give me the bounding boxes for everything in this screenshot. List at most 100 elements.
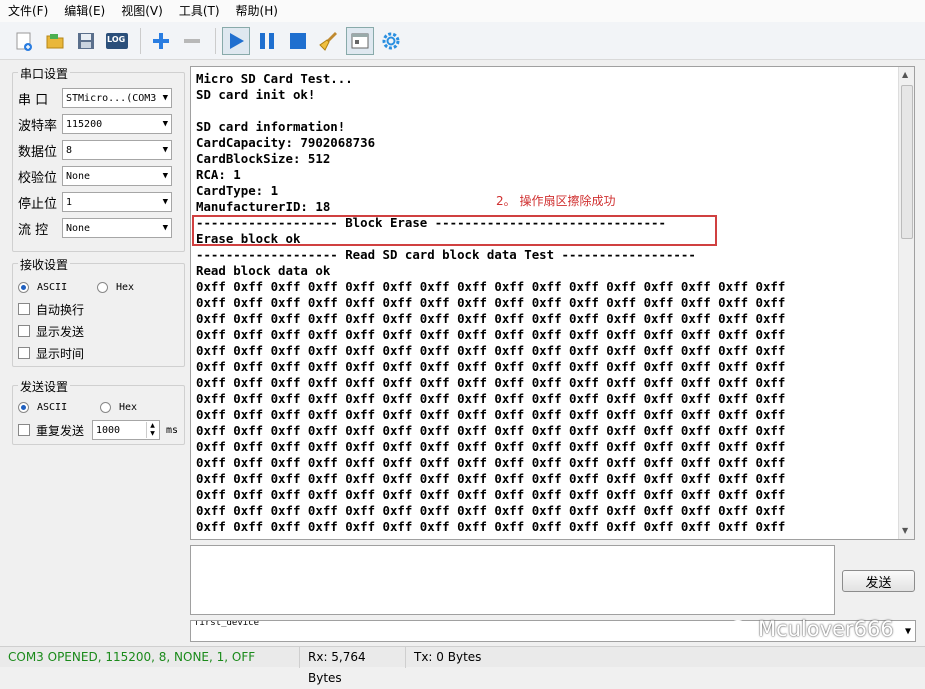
erase-annotation: 2。 操作扇区擦除成功 xyxy=(496,194,616,208)
data-bits-label: 数据位 xyxy=(18,144,58,160)
watermark-text: Mculover666 xyxy=(758,617,894,641)
open-icon xyxy=(46,33,64,48)
terminal-line: RCA: 1 xyxy=(196,167,241,182)
menu-bar: 文件(F) 编辑(E) 视图(V) 工具(T) 帮助(H) xyxy=(0,0,925,22)
parity-value: None xyxy=(66,170,91,182)
port-row: 串 口 STMicro...(COM3 ▼ xyxy=(18,87,172,109)
show-time-row: 显示时间 xyxy=(18,342,84,364)
auto-wrap-label: 自动换行 xyxy=(36,302,85,317)
pause-icon xyxy=(260,32,274,49)
repeat-send-label: 重复发送 xyxy=(36,423,85,438)
scroll-down-icon[interactable]: ▼ xyxy=(902,526,908,535)
chevron-down-icon: ▼ xyxy=(162,145,168,155)
terminal-line: 0xff 0xff 0xff 0xff 0xff 0xff 0xff 0xff … xyxy=(196,359,786,374)
chevron-down-icon: ▼ xyxy=(162,93,168,103)
broom-icon xyxy=(319,31,337,51)
flow-label: 流 控 xyxy=(18,222,49,238)
watermark: Mculover666 xyxy=(728,617,894,641)
log-button[interactable]: LOG xyxy=(103,27,131,55)
terminal-line: CardBlockSize: 512 xyxy=(196,151,331,166)
stop-bits-value: 1 xyxy=(66,196,73,208)
terminal-line: 0xff 0xff 0xff 0xff 0xff 0xff 0xff 0xff … xyxy=(196,343,786,358)
menu-item-4[interactable]: 帮助(H) xyxy=(228,0,286,22)
rx-count: Rx: 5,764 Bytes xyxy=(300,646,406,685)
show-send-checkbox[interactable] xyxy=(18,325,30,337)
log-label: LOG xyxy=(107,34,126,44)
stop-bits-row: 停止位 1 ▼ xyxy=(18,191,172,213)
serial-settings-title: 串口设置 xyxy=(18,65,71,82)
open-file-button[interactable] xyxy=(41,27,69,55)
terminal-line: 0xff 0xff 0xff 0xff 0xff 0xff 0xff 0xff … xyxy=(196,471,786,486)
flow-select[interactable]: None ▼ xyxy=(62,218,172,238)
chevron-down-icon: ▼ xyxy=(904,626,911,637)
toolbar-separator xyxy=(140,27,141,54)
auto-wrap-checkbox[interactable] xyxy=(18,303,30,315)
send-ascii-radio[interactable] xyxy=(18,401,29,413)
send-mode-row: ASCII Hex xyxy=(18,396,137,418)
toolbar-separator xyxy=(215,27,216,54)
stop-button[interactable] xyxy=(284,27,312,55)
wechat-icon xyxy=(729,620,753,639)
menu-item-0[interactable]: 文件(F) xyxy=(0,0,56,22)
send-button[interactable]: 发送 xyxy=(842,570,915,592)
menu-item-2[interactable]: 视图(V) xyxy=(113,0,171,22)
terminal-line: CardCapacity: 7902068736 xyxy=(196,135,376,150)
terminal-line: 0xff 0xff 0xff 0xff 0xff 0xff 0xff 0xff … xyxy=(196,391,786,406)
port-select[interactable]: STMicro...(COM3 ▼ xyxy=(62,88,172,108)
interval-unit: ms xyxy=(166,424,179,436)
pause-button[interactable] xyxy=(253,27,281,55)
repeat-send-row: 重复发送 1000 ▲ ▼ ms xyxy=(18,419,178,441)
send-hex-label: Hex xyxy=(119,401,138,413)
receive-ascii-radio[interactable] xyxy=(18,281,29,293)
baud-label: 波特率 xyxy=(18,118,58,134)
terminal-output: Micro SD Card Test... SD card init ok! SD … xyxy=(196,71,896,539)
toolbar: LOG xyxy=(0,22,925,60)
repeat-send-checkbox[interactable] xyxy=(18,424,30,436)
show-send-label: 显示发送 xyxy=(36,324,85,339)
data-bits-select[interactable]: 8 ▼ xyxy=(62,140,172,160)
settings-panel: 串口设置 串 口 STMicro...(COM3 ▼ 波特率 115200 ▼ 数据… xyxy=(8,62,185,652)
receive-hex-radio[interactable] xyxy=(97,281,108,293)
parity-select[interactable]: None ▼ xyxy=(62,166,172,186)
terminal-scrollbar[interactable]: ▲ ▼ xyxy=(898,67,914,539)
stop-bits-label: 停止位 xyxy=(18,196,58,212)
stop-icon xyxy=(290,32,306,49)
menu-item-3[interactable]: 工具(T) xyxy=(171,0,228,22)
port-label: 串 口 xyxy=(18,92,49,108)
show-time-checkbox[interactable] xyxy=(18,347,30,359)
terminal-line: 0xff 0xff 0xff 0xff 0xff 0xff 0xff 0xff … xyxy=(196,519,786,534)
history-value: first_device xyxy=(194,620,260,628)
receive-terminal[interactable]: Micro SD Card Test... SD card init ok! SD … xyxy=(190,66,915,540)
menu-item-1[interactable]: 编辑(E) xyxy=(56,0,113,22)
layout-button[interactable] xyxy=(346,26,374,55)
parity-label: 校验位 xyxy=(18,170,58,186)
send-hex-radio[interactable] xyxy=(100,401,111,413)
baud-row: 波特率 115200 ▼ xyxy=(18,113,172,135)
data-bits-row: 数据位 8 ▼ xyxy=(18,139,172,161)
terminal-line: SD card information! xyxy=(196,119,346,134)
status-bar: COM3 OPENED, 115200, 8, NONE, 1, OFF Rx:… xyxy=(0,646,925,685)
run-button[interactable] xyxy=(222,26,250,55)
chevron-down-icon: ▼ xyxy=(162,171,168,181)
scroll-thumb[interactable] xyxy=(901,85,913,239)
settings-button[interactable] xyxy=(377,27,405,55)
baud-select[interactable]: 115200 ▼ xyxy=(62,114,172,134)
chevron-down-icon: ▼ xyxy=(162,197,168,207)
scroll-up-icon[interactable]: ▲ xyxy=(902,70,908,79)
flow-row: 流 控 None ▼ xyxy=(18,217,172,239)
send-input[interactable] xyxy=(190,545,835,615)
flow-value: None xyxy=(66,222,91,234)
stop-bits-select[interactable]: 1 ▼ xyxy=(62,192,172,212)
terminal-line: 0xff 0xff 0xff 0xff 0xff 0xff 0xff 0xff … xyxy=(196,503,786,518)
add-button[interactable] xyxy=(147,27,175,55)
remove-button[interactable] xyxy=(178,27,206,55)
window-icon xyxy=(351,33,369,48)
interval-stepper[interactable]: 1000 ▲ ▼ xyxy=(92,420,160,440)
terminal-line: ------------------- Read SD card block d… xyxy=(196,247,696,262)
baud-value: 115200 xyxy=(66,118,103,130)
save-button[interactable] xyxy=(72,27,100,55)
clear-button[interactable] xyxy=(315,27,343,55)
new-file-button[interactable] xyxy=(10,27,38,55)
plus-icon xyxy=(153,32,169,49)
chevron-down-icon: ▼ xyxy=(162,119,168,129)
